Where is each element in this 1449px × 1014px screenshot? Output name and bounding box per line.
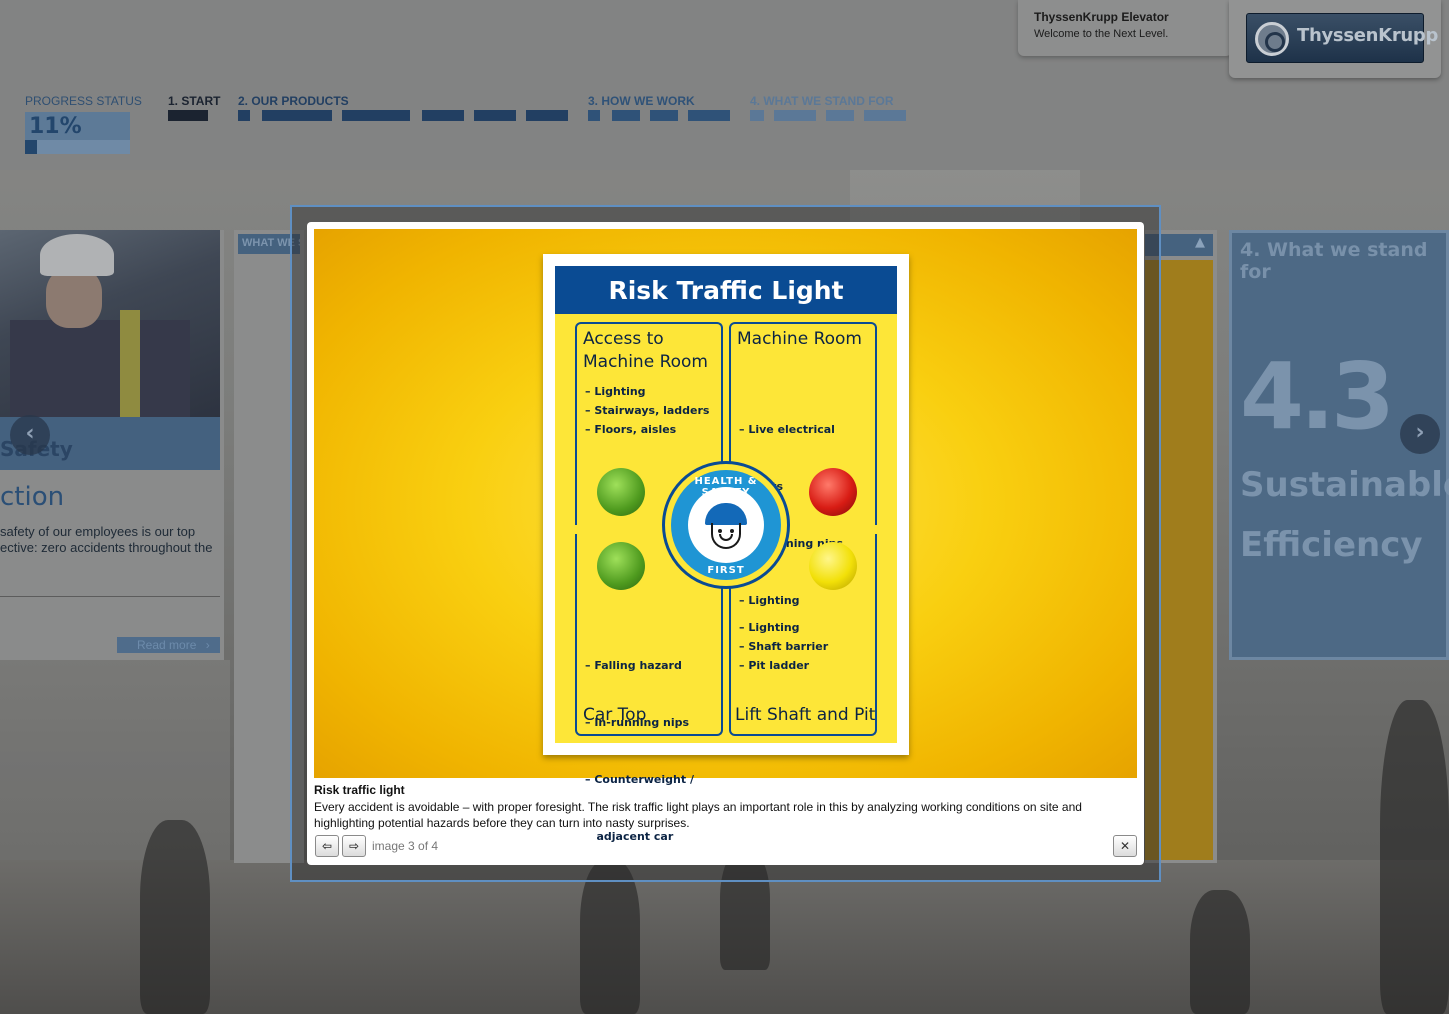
close-button[interactable]: ✕ — [1113, 835, 1137, 857]
caption-text: Every accident is avoidable – with prope… — [314, 800, 1082, 830]
green-light-icon — [597, 542, 645, 590]
caption-title: Risk traffic light — [314, 783, 405, 797]
step-segment[interactable] — [688, 110, 730, 121]
step-segment[interactable] — [474, 110, 516, 121]
progress-fill — [25, 140, 37, 154]
panel-title: 4. What we stand for — [1240, 239, 1428, 283]
poster-title: Risk Traffic Light — [555, 266, 897, 314]
step-our-products[interactable]: 2. OUR PRODUCTS — [238, 94, 349, 108]
quadrant-title: Machine Room — [737, 329, 862, 349]
worker-photo — [0, 230, 220, 418]
progress-value: 11% — [29, 114, 82, 139]
green-light-icon — [597, 468, 645, 516]
image-counter: image 3 of 4 — [372, 839, 439, 853]
quadrant-list: – Lighting – Shaft barrier – Pit ladder — [739, 618, 828, 675]
badge-ring: HEALTH & SAFETY FIRST — [671, 470, 781, 580]
panel-number: 4.3 — [1240, 343, 1395, 450]
risk-traffic-light-poster: Risk Traffic Light Access to Machine Roo… — [543, 254, 909, 843]
logo-card[interactable]: ThyssenKrupp — [1229, 0, 1441, 78]
quadrant-title: Access to Machine Room — [583, 329, 708, 372]
worker-face — [46, 268, 102, 328]
chevron-up-icon: ▲ — [1195, 235, 1205, 250]
list-item: – Live electrical — [739, 423, 835, 436]
step-segment[interactable] — [422, 110, 464, 121]
background-person — [140, 820, 210, 1014]
step-segment[interactable] — [864, 110, 906, 121]
step-segment[interactable] — [588, 110, 600, 121]
step-segment[interactable] — [342, 110, 410, 121]
close-icon: ✕ — [1119, 839, 1131, 853]
brand-name: ThyssenKrupp Elevator — [1034, 10, 1169, 24]
list-item: – Pit ladder — [739, 659, 810, 672]
step-segment[interactable] — [238, 110, 250, 121]
helmet-icon — [705, 503, 747, 525]
background-person — [1190, 890, 1250, 1014]
lightbox-image: Risk Traffic Light Access to Machine Roo… — [314, 229, 1137, 843]
background-person — [1380, 700, 1449, 1014]
quadrant-title: Car Top — [583, 705, 647, 725]
yellow-light-icon — [809, 542, 857, 590]
progress-indicator: 11% — [25, 112, 130, 154]
step-segment[interactable] — [526, 110, 568, 121]
brand-tagline: Welcome to the Next Level. — [1034, 28, 1169, 40]
eye-icon — [718, 529, 722, 533]
step-how-we-work[interactable]: 3. HOW WE WORK — [588, 94, 695, 108]
step-segment[interactable] — [750, 110, 764, 121]
worker-vest — [10, 320, 190, 418]
lightbox-dialog: Risk Traffic Light Access to Machine Roo… — [307, 222, 1144, 865]
step-segment[interactable] — [168, 110, 208, 121]
poster-body: Risk Traffic Light Access to Machine Roo… — [555, 266, 897, 843]
site-header: ThyssenKrupp Elevator Welcome to the Nex… — [0, 0, 1449, 170]
health-safety-badge: HEALTH & SAFETY FIRST — [662, 461, 790, 589]
chevron-right-icon: › — [205, 638, 210, 652]
carousel-prev-icon[interactable]: ‹ — [10, 415, 50, 455]
divider — [0, 596, 220, 597]
read-more-label: Read more — [137, 638, 197, 652]
list-item: – Lighting — [585, 385, 646, 398]
panel-heading-line2: Efficiency — [1240, 525, 1423, 565]
safety-text: safety of our employees is our top ectiv… — [0, 524, 213, 555]
previous-image-button[interactable]: ⇦ — [315, 835, 339, 857]
eye-icon — [730, 529, 734, 533]
step-segment[interactable] — [774, 110, 816, 121]
logo-text: ThyssenKrupp — [1297, 25, 1439, 46]
list-item: – Lighting — [739, 621, 800, 634]
step-segment[interactable] — [612, 110, 640, 121]
progress-track — [25, 140, 130, 154]
right-arrow-icon: ⇨ — [348, 839, 360, 853]
panel-heading-line1: Sustainable — [1240, 465, 1449, 505]
progress-label: PROGRESS STATUS — [25, 94, 142, 108]
list-item: – Stairways, ladders — [585, 404, 710, 417]
step-segment[interactable] — [650, 110, 678, 121]
step-start[interactable]: 1. START — [168, 94, 220, 108]
quadrant-list: – Falling hazard – In-running nips – Cou… — [585, 618, 694, 884]
list-item: – Counterweight / — [585, 773, 694, 786]
badge-core — [688, 487, 764, 563]
brand-card: ThyssenKrupp Elevator Welcome to the Nex… — [1018, 0, 1232, 56]
worker-helmet — [40, 234, 114, 276]
red-light-icon — [809, 468, 857, 516]
quadrant-list: – Lighting – Stairways, ladders – Floors… — [585, 382, 709, 439]
next-image-button[interactable]: ⇨ — [342, 835, 366, 857]
step-what-we-stand-for[interactable]: 4. WHAT WE STAND FOR — [750, 94, 894, 108]
company-logo[interactable]: ThyssenKrupp — [1246, 13, 1438, 63]
step-segment[interactable] — [262, 110, 332, 121]
list-item: – Floors, aisles — [585, 423, 677, 436]
left-arrow-icon: ⇦ — [321, 839, 333, 853]
carousel-next-icon[interactable]: › — [1400, 414, 1440, 454]
list-item: – Shaft barrier — [739, 640, 829, 653]
step-segment[interactable] — [826, 110, 854, 121]
badge-text-bottom: FIRST — [707, 565, 745, 576]
list-item: – Falling hazard — [585, 659, 682, 672]
quadrant-title: Lift Shaft and Pit — [735, 705, 876, 725]
read-more-button[interactable]: Read more › — [117, 637, 220, 653]
safety-heading: ction — [0, 482, 65, 512]
logo-emblem-icon — [1255, 22, 1289, 56]
worker-vest-stripe — [120, 310, 140, 418]
